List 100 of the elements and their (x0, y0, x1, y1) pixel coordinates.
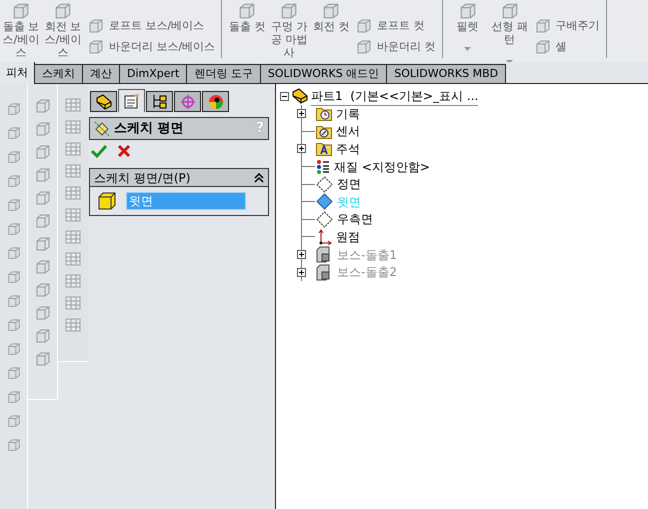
cube-icon (6, 438, 20, 452)
tree-item[interactable]: 보스-돌출1 (337, 246, 397, 264)
property-sheet-icon (122, 93, 140, 109)
cube-icon (34, 167, 50, 183)
cube-icon (534, 18, 551, 34)
ribbon-button[interactable]: 회전 컷 (312, 0, 350, 33)
cube-icon (356, 18, 372, 34)
cube-icon (6, 102, 20, 116)
ribbon-button[interactable]: 돌출 컷 (228, 0, 266, 33)
ribbon-button[interactable]: 셸 (534, 38, 600, 56)
expand-icon[interactable] (297, 250, 306, 260)
panel-tab[interactable] (90, 91, 117, 112)
panel-title: 스케치 평면 (114, 120, 185, 138)
ribbon-button[interactable]: 바운더리 컷 (356, 38, 436, 56)
tree-item[interactable]: 원점 (336, 228, 360, 246)
tab[interactable]: 스케치 (35, 64, 83, 84)
crosshair-icon (178, 94, 196, 110)
tab[interactable]: 피처 (0, 62, 35, 84)
cube-icon (34, 98, 50, 114)
ribbon-button[interactable]: 선형 패턴 (490, 0, 529, 62)
cube-icon (88, 39, 104, 55)
cube-icon (34, 328, 50, 344)
tab[interactable]: 렌더링 도구 (187, 64, 261, 84)
folder-clock-icon (316, 106, 332, 122)
cube-icon (6, 414, 20, 428)
cube-icon (356, 39, 372, 55)
cube-icon (34, 144, 50, 160)
tree-item[interactable]: 센서 (336, 122, 360, 140)
cube-icon (534, 39, 551, 55)
close-icon (117, 144, 131, 158)
cube-icon (6, 294, 20, 308)
tree-item[interactable]: 재질 <지정안함> (334, 158, 430, 176)
expand-icon[interactable] (297, 268, 306, 277)
table-icon (65, 318, 81, 332)
cube-icon (322, 2, 340, 20)
ribbon-button[interactable]: 로프트 보스/베이스 (88, 17, 216, 35)
cube-icon (34, 213, 50, 229)
table-icon (65, 120, 81, 134)
table-icon (65, 186, 81, 200)
cube-icon (458, 2, 477, 20)
sketch-plane-icon (94, 120, 110, 136)
plane-icon (316, 176, 333, 193)
tree-item[interactable]: 우측면 (337, 210, 373, 228)
plane-icon (316, 210, 333, 228)
cube-icon (6, 366, 20, 380)
tree-item[interactable]: 파트1 (기본<<기본>_표시 ... (311, 86, 478, 106)
cube-icon (6, 246, 20, 260)
ribbon-button[interactable]: 회전 보스/베이스 (44, 0, 82, 59)
table-icon (65, 98, 81, 112)
collapse-button[interactable] (254, 172, 264, 182)
ribbon-button[interactable]: 바운더리 보스/베이스 (88, 38, 216, 56)
cube-icon (6, 222, 20, 236)
part-icon (94, 94, 112, 110)
cube-icon (6, 174, 20, 188)
tab[interactable]: DimXpert (120, 64, 188, 84)
tab[interactable]: SOLIDWORKS MBD (387, 64, 506, 84)
check-icon (91, 144, 107, 158)
color-wheel-icon (206, 94, 224, 110)
ribbon-button[interactable]: 로프트 컷 (356, 17, 436, 35)
table-icon (65, 164, 81, 178)
expand-icon[interactable] (297, 109, 306, 118)
cube-icon (6, 150, 20, 164)
ok-button[interactable] (91, 144, 107, 158)
cube-icon (98, 192, 116, 210)
tree-item[interactable]: 주석 (336, 140, 360, 158)
cube-icon (6, 342, 20, 356)
cube-icon (54, 2, 72, 20)
cube-icon (6, 198, 20, 212)
cube-icon (6, 126, 20, 140)
cube-icon (34, 282, 50, 298)
ribbon-button[interactable]: 구배주기 (534, 17, 600, 35)
tab[interactable]: SOLIDWORKS 애드인 (260, 64, 388, 84)
group-title: 스케치 평면/면(P) (94, 170, 192, 186)
cube-icon (280, 2, 298, 20)
cancel-button[interactable] (117, 144, 131, 158)
ribbon-button[interactable]: 구멍 가공 마법사 (270, 0, 308, 59)
cube-icon (12, 2, 30, 20)
table-icon (65, 274, 81, 288)
tree-item[interactable]: 정면 (337, 175, 361, 194)
panel-tab[interactable] (146, 91, 173, 112)
folder-letter-icon (316, 141, 332, 156)
tree-item[interactable]: 기록 (336, 104, 360, 123)
cube-icon (34, 351, 50, 367)
part-icon (291, 88, 309, 104)
expand-icon[interactable] (297, 144, 306, 154)
ribbon-button[interactable]: 필렛 (448, 0, 487, 51)
ribbon-button[interactable]: 돌출 보스/베이스 (2, 0, 40, 59)
cube-icon (88, 18, 104, 34)
table-icon (65, 230, 81, 244)
hierarchy-icon (150, 94, 168, 110)
panel-tab[interactable] (118, 89, 145, 112)
cube-icon (34, 190, 50, 206)
cube-icon (6, 270, 20, 284)
panel-tab[interactable] (174, 91, 201, 112)
table-icon (65, 208, 81, 222)
chevrons-icon (254, 172, 264, 182)
panel-tab[interactable] (202, 91, 229, 112)
tree-item[interactable]: 보스-돌출2 (337, 263, 397, 282)
cube-icon (6, 318, 20, 332)
tab[interactable]: 계산 (83, 64, 120, 84)
